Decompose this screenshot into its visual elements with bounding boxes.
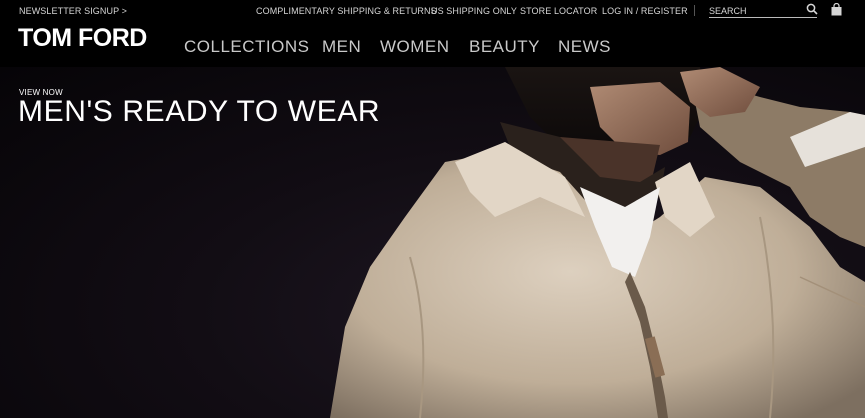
- main-header: TOM FORD COLLECTIONS MEN WOMEN BEAUTY NE…: [0, 21, 865, 67]
- search-input[interactable]: [709, 4, 803, 17]
- nav-men[interactable]: MEN: [322, 37, 361, 57]
- nav-beauty[interactable]: BEAUTY: [469, 37, 540, 57]
- login-register-link[interactable]: LOG IN / REGISTER: [602, 6, 688, 16]
- search-icon[interactable]: [806, 3, 818, 15]
- hero-title[interactable]: MEN'S READY TO WEAR: [18, 95, 380, 129]
- nav-collections[interactable]: COLLECTIONS: [184, 37, 309, 57]
- us-shipping-link[interactable]: US SHIPPING ONLY: [431, 6, 517, 16]
- divider: [694, 5, 695, 16]
- nav-women[interactable]: WOMEN: [380, 37, 450, 57]
- search-field[interactable]: [709, 3, 818, 18]
- top-utility-bar: NEWSLETTER SIGNUP > COMPLIMENTARY SHIPPI…: [0, 0, 865, 21]
- shipping-returns-link[interactable]: COMPLIMENTARY SHIPPING & RETURNS: [256, 6, 437, 16]
- hero-banner[interactable]: VIEW NOW MEN'S READY TO WEAR: [0, 67, 865, 418]
- store-locator-link[interactable]: STORE LOCATOR: [520, 6, 597, 16]
- newsletter-signup-link[interactable]: NEWSLETTER SIGNUP >: [19, 6, 127, 16]
- shopping-bag-icon[interactable]: [831, 3, 842, 16]
- nav-news[interactable]: NEWS: [558, 37, 611, 57]
- brand-logo[interactable]: TOM FORD: [18, 24, 147, 53]
